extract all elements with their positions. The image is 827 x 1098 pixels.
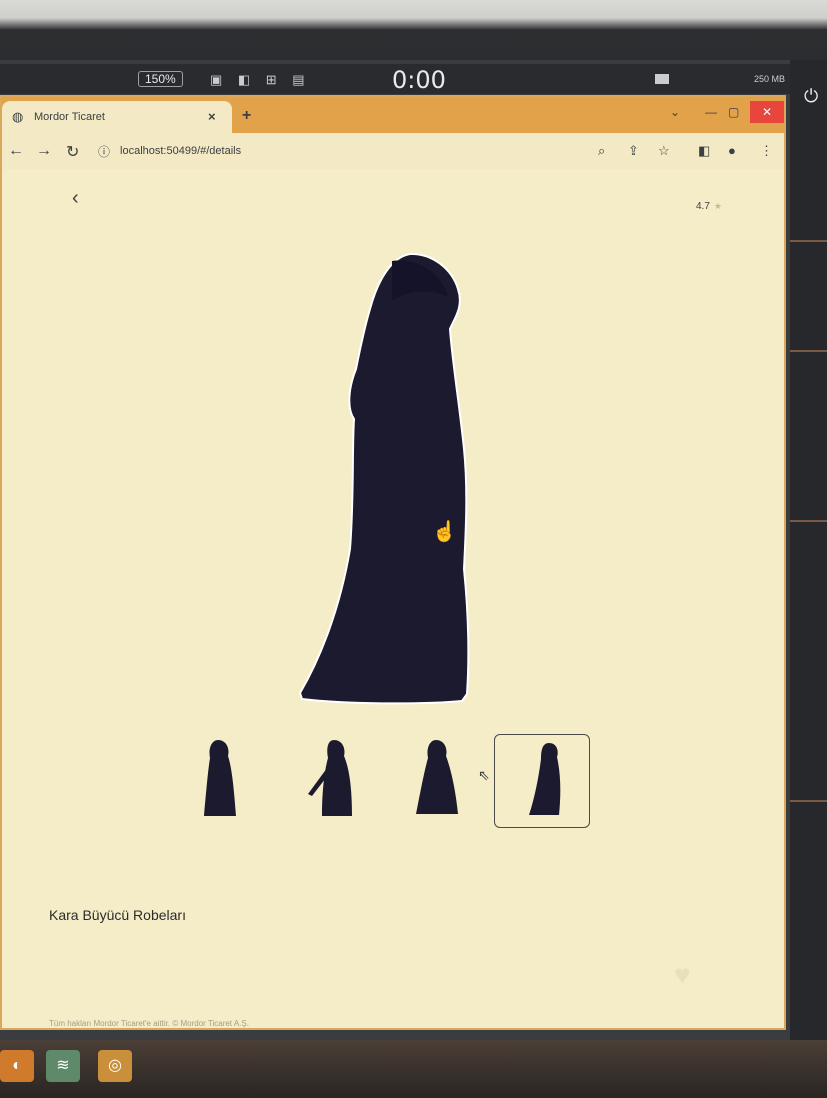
monitor-bezel — [0, 0, 827, 60]
rating: 4.7 ★ — [696, 201, 722, 212]
thumbnail-3[interactable] — [388, 734, 484, 828]
thumbnail-image — [529, 743, 561, 815]
recorder-zoom-label[interactable]: 150% — [138, 71, 183, 87]
sidepanel-icon[interactable]: ◧ — [698, 143, 710, 159]
panel-divider — [790, 240, 827, 242]
os-taskbar: ◐ ≋ ◎ — [0, 1040, 827, 1098]
reload-icon[interactable]: ↻ — [66, 142, 79, 162]
new-tab-button[interactable]: + — [242, 107, 251, 125]
share-icon[interactable]: ⇪ — [628, 143, 639, 159]
recorder-memory-label: 250 MB — [754, 74, 786, 84]
thumbnail-image — [204, 740, 236, 816]
url-input[interactable] — [118, 144, 423, 158]
site-info-icon[interactable]: ⓘ — [98, 143, 110, 160]
app-icon[interactable]: ≋ — [46, 1050, 80, 1082]
recorder-tool-icons[interactable]: ▣ ◧ ⊞ ▤ — [210, 72, 311, 88]
browser-toolbar: ← → ↻ ⓘ ⌕ ⇪ ☆ ◧ ● ⋮ — [2, 133, 784, 169]
profile-icon[interactable]: ● — [728, 143, 736, 158]
footer-text: Tüm hakları Mordor Ticaret'e aittir. © M… — [49, 1019, 249, 1028]
product-hero-image — [298, 252, 470, 705]
rating-value: 4.7 — [696, 201, 710, 212]
address-bar[interactable]: ⓘ — [98, 138, 598, 164]
bookmark-star-icon[interactable]: ☆ — [658, 143, 670, 159]
chrome-icon[interactable]: ◎ — [98, 1050, 132, 1082]
tab-close-icon[interactable]: × — [208, 109, 216, 124]
panel-divider — [790, 350, 827, 352]
forward-arrow-icon[interactable]: → — [36, 142, 52, 160]
favorite-heart-icon[interactable]: ♥ — [674, 959, 691, 991]
thumbnail-image — [416, 740, 458, 814]
zoom-search-icon[interactable]: ⌕ — [598, 143, 605, 159]
thumbnail-2[interactable] — [282, 734, 378, 828]
star-icon: ★ — [713, 201, 722, 211]
product-details-page: ‹ 4.7 ★ ☝ ⇖ Kara Büyücü Robeları ♥ Tüm h… — [2, 169, 784, 1028]
window-close-button[interactable]: ✕ — [750, 101, 784, 123]
hand-cursor-icon: ☝ — [432, 521, 457, 543]
tab-title: Mordor Ticaret — [34, 111, 105, 123]
power-icon[interactable]: ⏻ — [804, 86, 818, 107]
thumbnail-1[interactable] — [168, 734, 264, 828]
thumbnail-image — [308, 740, 352, 816]
maximize-icon[interactable]: ▢ — [728, 105, 739, 119]
globe-icon: ◍ — [12, 109, 24, 124]
panel-divider — [790, 800, 827, 802]
back-arrow-icon[interactable]: ← — [8, 142, 24, 160]
screen-recorder-bar: 150% ▣ ◧ ⊞ ▤ 0:00 250 MB — [0, 64, 800, 94]
panel-divider — [790, 520, 827, 522]
menu-kebab-icon[interactable]: ⋮ — [760, 143, 773, 159]
browser-tab-active[interactable]: ◍ Mordor Ticaret × — [2, 101, 232, 133]
minimize-icon[interactable]: — — [705, 105, 717, 119]
recorder-indicator-icon — [655, 74, 669, 84]
start-app-icon[interactable]: ◐ — [0, 1050, 34, 1082]
tab-strip: ◍ Mordor Ticaret × + ⌄ — ▢ ✕ — [2, 97, 784, 133]
tab-search-chevron-icon[interactable]: ⌄ — [670, 105, 680, 119]
browser-window: ◍ Mordor Ticaret × + ⌄ — ▢ ✕ ← → ↻ ⓘ ⌕ ⇪… — [0, 95, 786, 1030]
background-app-panel — [790, 60, 827, 1060]
thumbnail-4-selected[interactable] — [494, 734, 590, 828]
recorder-timer: 0:00 — [392, 66, 446, 94]
product-name: Kara Büyücü Robeları — [49, 907, 186, 923]
chevron-left-icon[interactable]: ‹ — [72, 187, 79, 210]
